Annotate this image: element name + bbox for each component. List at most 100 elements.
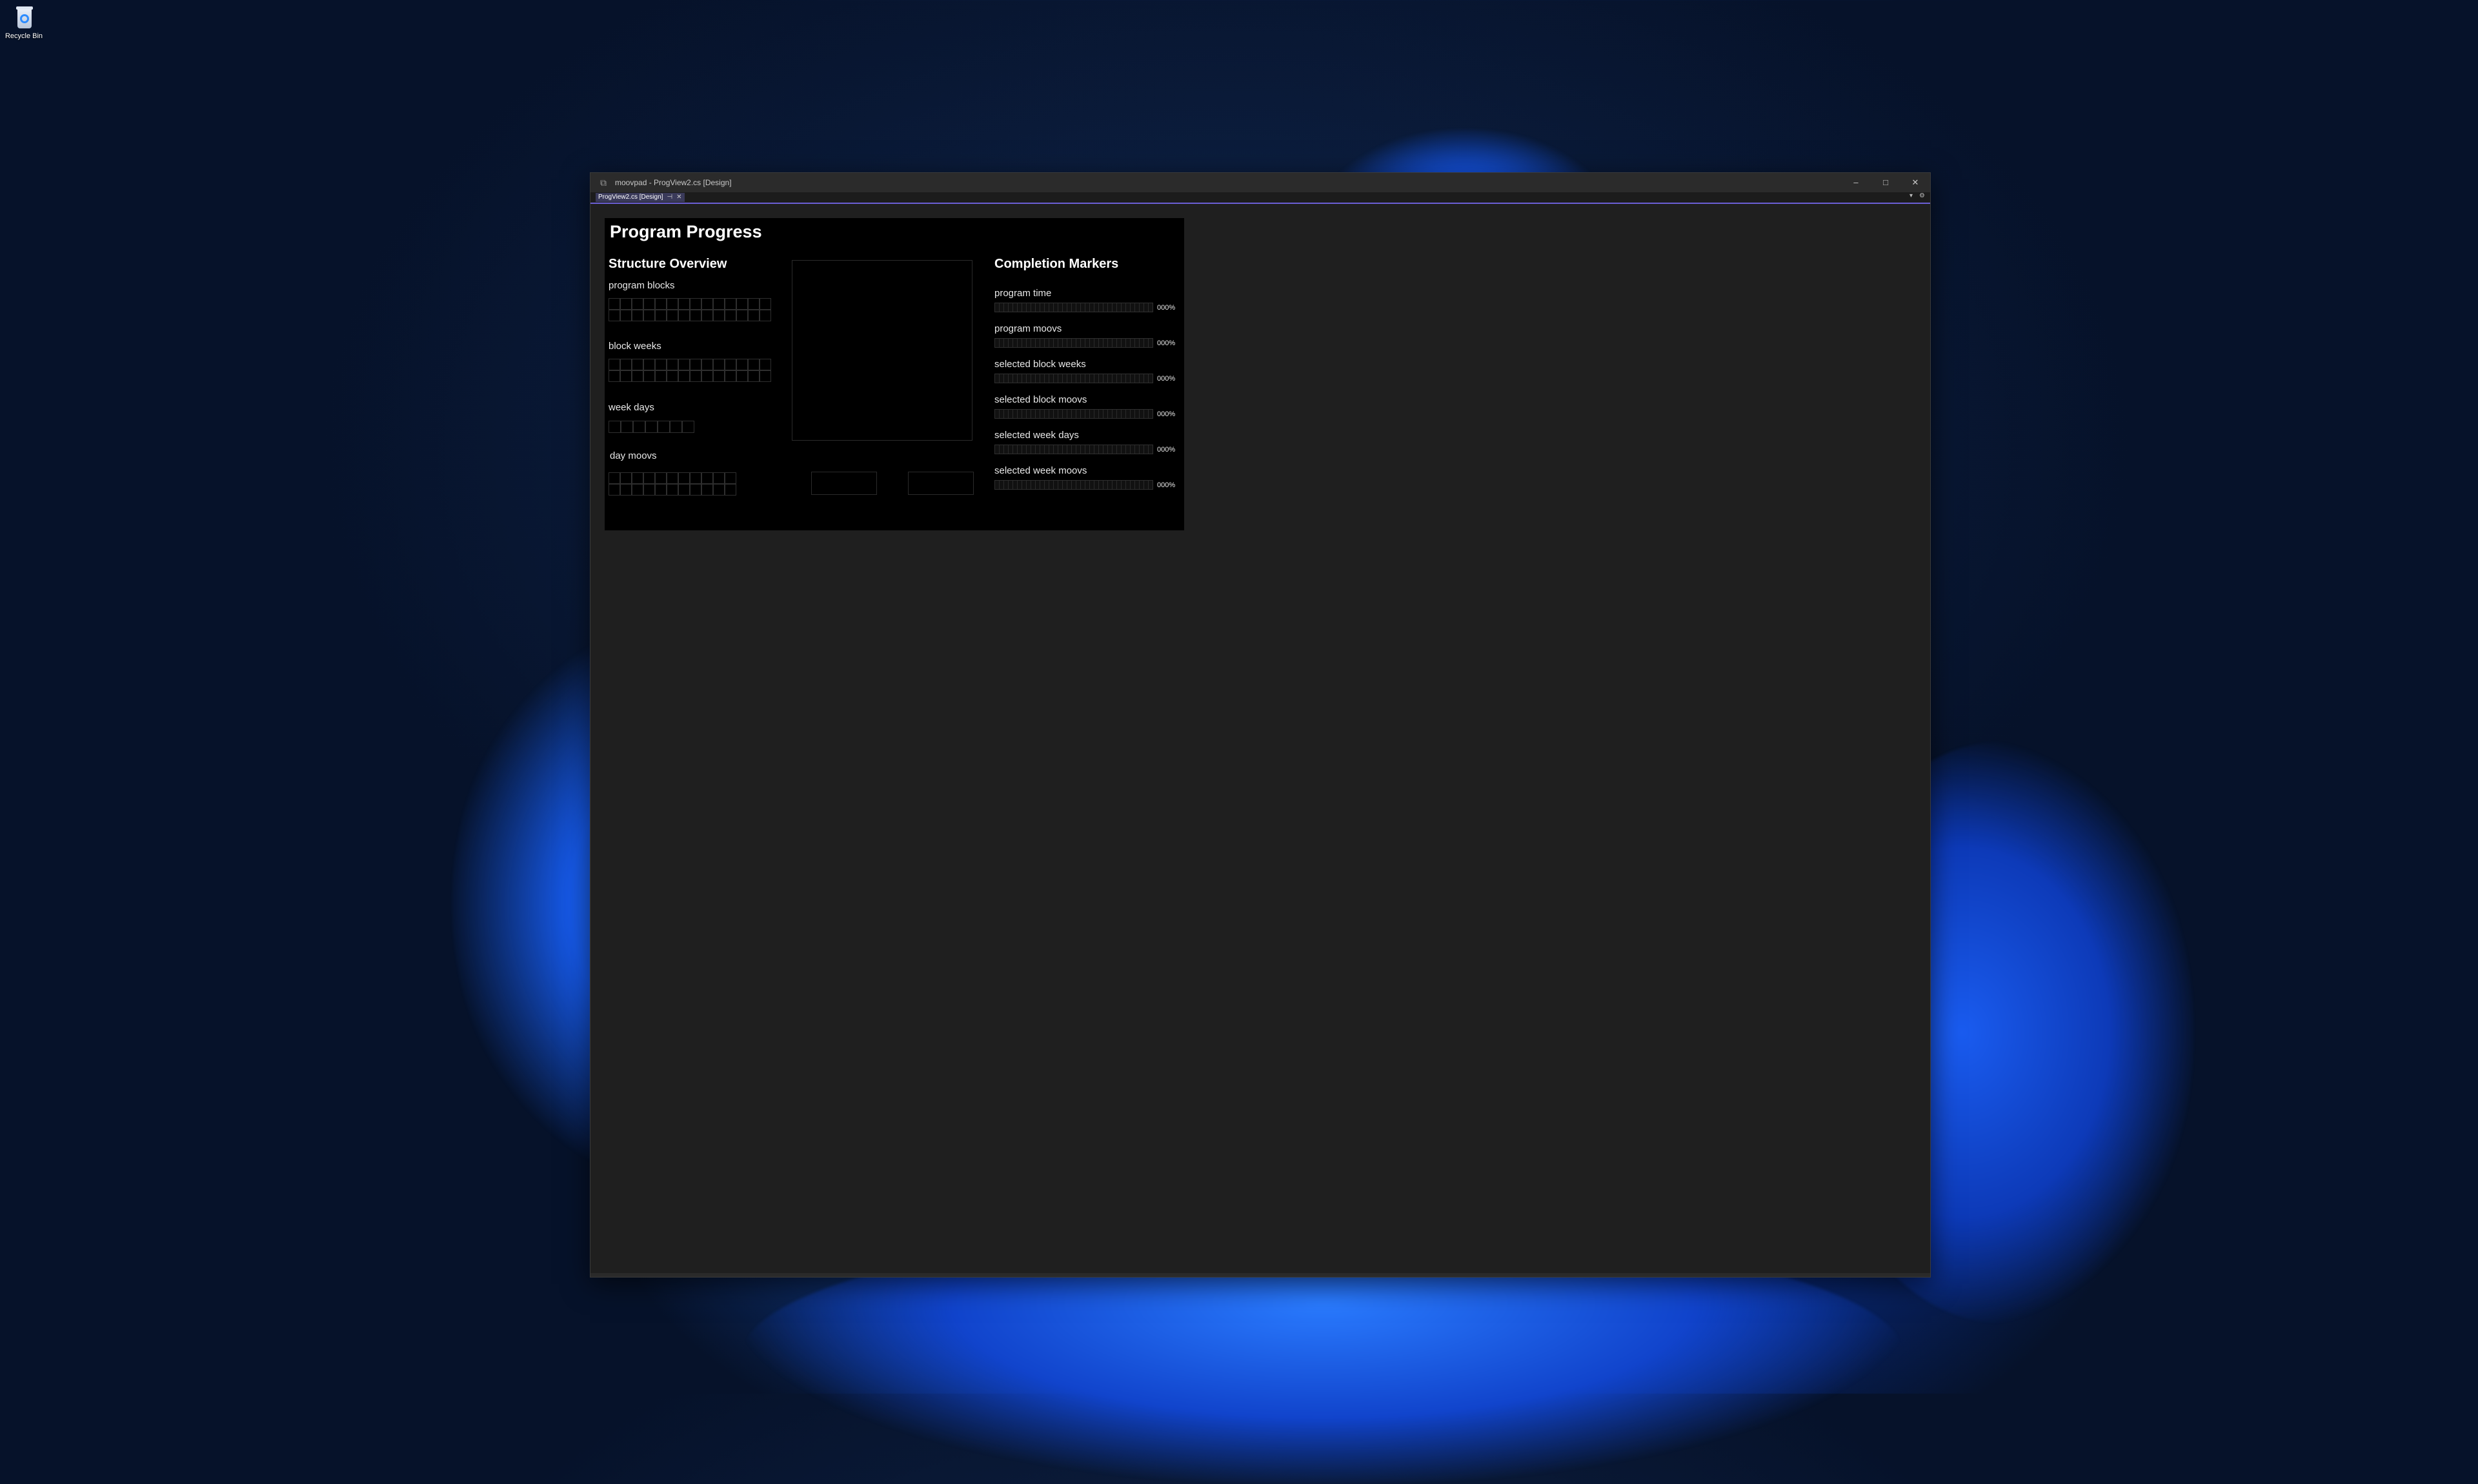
grid-cell[interactable] bbox=[725, 310, 736, 321]
grid-cell[interactable] bbox=[632, 370, 643, 382]
grid-cell[interactable] bbox=[667, 359, 678, 370]
grid-cell[interactable] bbox=[678, 484, 690, 496]
grid-cell[interactable] bbox=[678, 310, 690, 321]
grid-cell[interactable] bbox=[632, 310, 643, 321]
grid-cell[interactable] bbox=[670, 421, 682, 433]
close-button[interactable]: ✕ bbox=[1900, 173, 1930, 192]
grid-cell[interactable] bbox=[725, 359, 736, 370]
grid-cell[interactable] bbox=[632, 484, 643, 496]
grid-cell[interactable] bbox=[713, 370, 725, 382]
grid-cell[interactable] bbox=[690, 359, 701, 370]
grid-cell[interactable] bbox=[609, 484, 620, 496]
preview-panel[interactable] bbox=[792, 260, 972, 441]
grid-cell[interactable] bbox=[690, 472, 701, 484]
grid-cell[interactable] bbox=[645, 421, 658, 433]
grid-cell[interactable] bbox=[621, 421, 633, 433]
pin-icon[interactable]: ⊣ bbox=[667, 193, 672, 202]
grid-cell[interactable] bbox=[725, 484, 736, 496]
grid-cell[interactable] bbox=[748, 298, 760, 310]
grid-cell[interactable] bbox=[701, 472, 713, 484]
grid-cell[interactable] bbox=[748, 310, 760, 321]
placeholder-button-2[interactable] bbox=[908, 472, 974, 495]
grid-cell[interactable] bbox=[736, 370, 748, 382]
grid-cell[interactable] bbox=[620, 298, 632, 310]
grid-cell[interactable] bbox=[620, 484, 632, 496]
grid-cell[interactable] bbox=[760, 298, 771, 310]
grid-cell[interactable] bbox=[667, 472, 678, 484]
grid-cell[interactable] bbox=[667, 370, 678, 382]
grid-cell[interactable] bbox=[643, 484, 655, 496]
grid-cell[interactable] bbox=[609, 298, 620, 310]
maximize-button[interactable]: □ bbox=[1871, 173, 1900, 192]
grid-cell[interactable] bbox=[620, 310, 632, 321]
grid-cell[interactable] bbox=[667, 484, 678, 496]
grid-cell[interactable] bbox=[736, 298, 748, 310]
grid-cell[interactable] bbox=[713, 298, 725, 310]
grid-cell[interactable] bbox=[643, 298, 655, 310]
grid-cell[interactable] bbox=[678, 359, 690, 370]
grid-cell[interactable] bbox=[725, 298, 736, 310]
horizontal-scrollbar[interactable] bbox=[590, 1273, 1930, 1277]
title-bar[interactable]: ⧉ moovpad - ProgView2.cs [Design] – □ ✕ bbox=[590, 173, 1930, 192]
grid-cell[interactable] bbox=[725, 472, 736, 484]
grid-cell[interactable] bbox=[633, 421, 645, 433]
grid-cell[interactable] bbox=[682, 421, 694, 433]
grid-cell[interactable] bbox=[655, 472, 667, 484]
grid-cell[interactable] bbox=[655, 484, 667, 496]
grid-cell[interactable] bbox=[690, 484, 701, 496]
grid-cell[interactable] bbox=[713, 359, 725, 370]
grid-cell[interactable] bbox=[655, 359, 667, 370]
grid-cell[interactable] bbox=[667, 298, 678, 310]
grid-cell[interactable] bbox=[690, 370, 701, 382]
grid-cell[interactable] bbox=[620, 472, 632, 484]
grid-cell[interactable] bbox=[713, 472, 725, 484]
tab-close-icon[interactable]: ✕ bbox=[676, 193, 681, 202]
grid-cell[interactable] bbox=[609, 472, 620, 484]
grid-cell[interactable] bbox=[701, 310, 713, 321]
grid-cell[interactable] bbox=[632, 472, 643, 484]
grid-cell[interactable] bbox=[701, 298, 713, 310]
grid-cell[interactable] bbox=[632, 298, 643, 310]
grid-cell[interactable] bbox=[678, 472, 690, 484]
grid-cell[interactable] bbox=[760, 370, 771, 382]
grid-cell[interactable] bbox=[690, 298, 701, 310]
grid-cell[interactable] bbox=[609, 421, 621, 433]
grid-cell[interactable] bbox=[748, 370, 760, 382]
grid-cell[interactable] bbox=[643, 370, 655, 382]
grid-cell[interactable] bbox=[620, 370, 632, 382]
desktop-icon-recycle-bin[interactable]: Recycle Bin bbox=[3, 5, 45, 40]
grid-cell[interactable] bbox=[643, 472, 655, 484]
grid-cell[interactable] bbox=[632, 359, 643, 370]
grid-cell[interactable] bbox=[643, 359, 655, 370]
grid-cell[interactable] bbox=[609, 359, 620, 370]
grid-cell[interactable] bbox=[690, 310, 701, 321]
grid-cell[interactable] bbox=[725, 370, 736, 382]
grid-cell[interactable] bbox=[760, 310, 771, 321]
grid-cell[interactable] bbox=[713, 484, 725, 496]
designer-form[interactable]: Program Progress Structure Overview prog… bbox=[605, 218, 1184, 530]
grid-cell[interactable] bbox=[678, 298, 690, 310]
settings-icon[interactable]: ⚙ bbox=[1919, 192, 1925, 199]
grid-cell[interactable] bbox=[736, 359, 748, 370]
grid-cell[interactable] bbox=[643, 310, 655, 321]
grid-cell[interactable] bbox=[658, 421, 670, 433]
grid-cell[interactable] bbox=[609, 310, 620, 321]
tab-dropdown-icon[interactable]: ▾ bbox=[1909, 192, 1913, 199]
grid-cell[interactable] bbox=[713, 310, 725, 321]
minimize-button[interactable]: – bbox=[1841, 173, 1871, 192]
grid-cell[interactable] bbox=[736, 310, 748, 321]
grid-cell[interactable] bbox=[678, 370, 690, 382]
grid-cell[interactable] bbox=[701, 370, 713, 382]
grid-cell[interactable] bbox=[655, 370, 667, 382]
grid-cell[interactable] bbox=[701, 484, 713, 496]
grid-cell[interactable] bbox=[701, 359, 713, 370]
grid-cell[interactable] bbox=[655, 298, 667, 310]
grid-cell[interactable] bbox=[760, 359, 771, 370]
grid-cell[interactable] bbox=[667, 310, 678, 321]
tab-progview2-design[interactable]: ProgView2.cs [Design] ⊣ ✕ bbox=[596, 193, 685, 202]
grid-cell[interactable] bbox=[620, 359, 632, 370]
grid-cell[interactable] bbox=[748, 359, 760, 370]
placeholder-button-1[interactable] bbox=[811, 472, 877, 495]
grid-cell[interactable] bbox=[655, 310, 667, 321]
grid-cell[interactable] bbox=[609, 370, 620, 382]
